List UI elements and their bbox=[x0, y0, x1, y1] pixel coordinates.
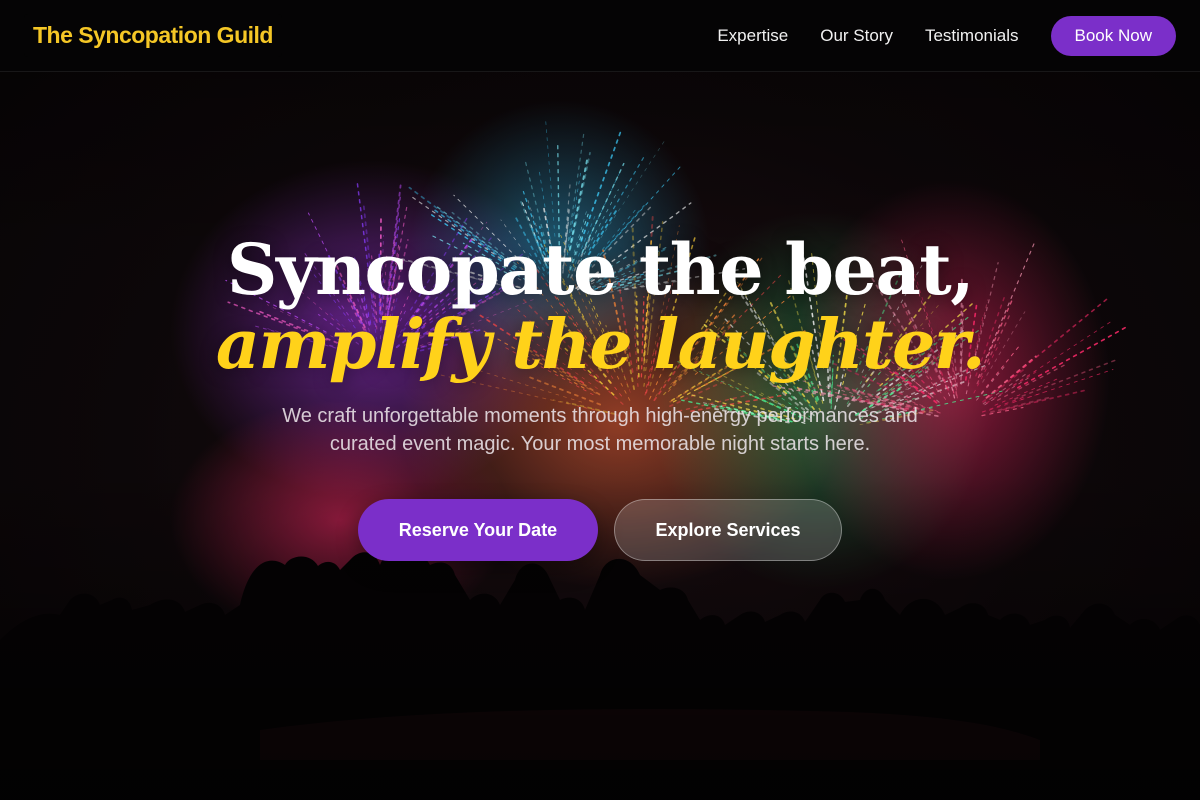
explore-services-button[interactable]: Explore Services bbox=[614, 499, 842, 561]
nav-links: Expertise Our Story Testimonials Book No… bbox=[717, 15, 1176, 56]
brand-logo[interactable]: The Syncopation Guild bbox=[24, 14, 282, 57]
top-navbar: The Syncopation Guild Expertise Our Stor… bbox=[0, 0, 1200, 72]
hero-headline: Syncopate the beat, amplify the laughter… bbox=[0, 228, 1200, 385]
book-now-button[interactable]: Book Now bbox=[1050, 15, 1176, 56]
nav-link-testimonials[interactable]: Testimonials bbox=[925, 26, 1019, 46]
headline-line-1: Syncopate the beat, bbox=[226, 228, 975, 311]
nav-link-our-story[interactable]: Our Story bbox=[820, 26, 893, 46]
reserve-date-button[interactable]: Reserve Your Date bbox=[358, 499, 598, 561]
hero-subtitle: We craft unforgettable moments through h… bbox=[282, 405, 918, 455]
headline-line-2: amplify the laughter. bbox=[215, 305, 986, 385]
hero-content: Syncopate the beat, amplify the laughter… bbox=[0, 230, 1200, 561]
hero-cta-row: Reserve Your Date Explore Services bbox=[0, 499, 1200, 561]
nav-link-expertise[interactable]: Expertise bbox=[717, 26, 788, 46]
